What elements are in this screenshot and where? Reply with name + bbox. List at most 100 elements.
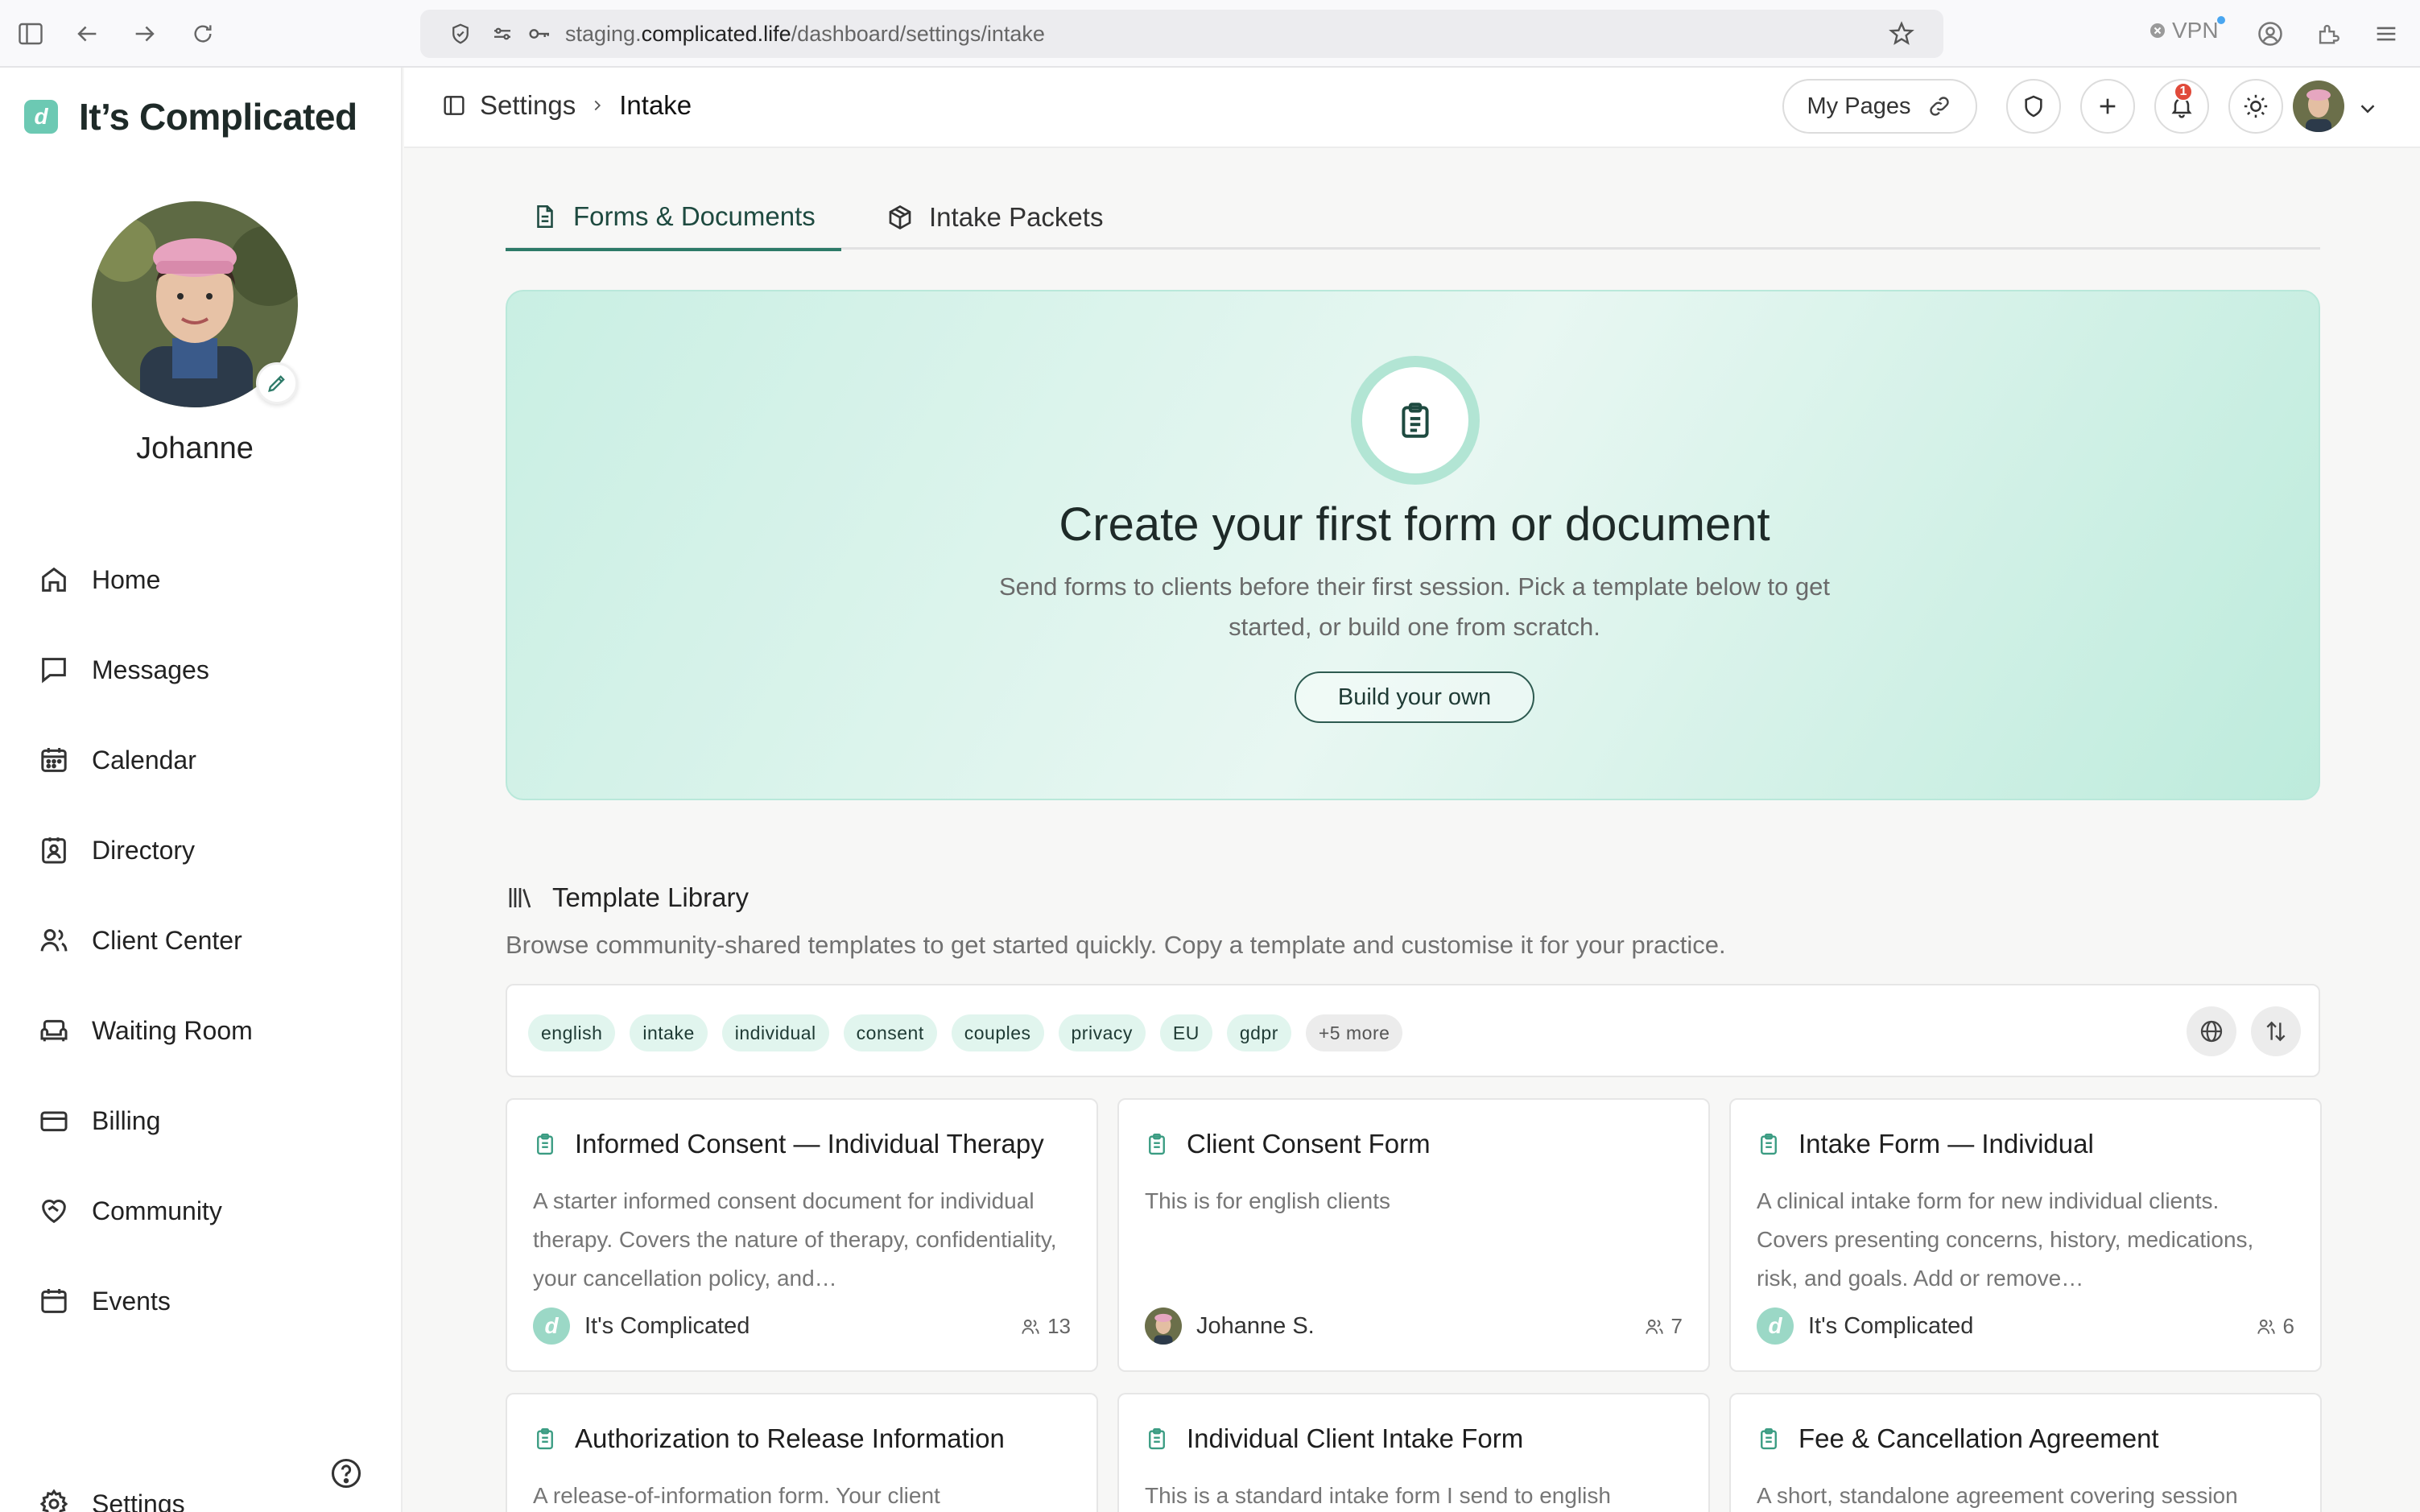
sidebar-item-events[interactable]: Events <box>37 1272 375 1330</box>
url-text[interactable]: staging.complicated.life/dashboard/setti… <box>565 22 1045 47</box>
tag-eu[interactable]: EU <box>1159 1014 1212 1051</box>
edit-avatar-button[interactable] <box>256 362 298 404</box>
key-icon[interactable] <box>525 19 554 48</box>
tag-list: english intake individual consent couple… <box>528 1014 1403 1051</box>
template-card-description: A short, standalone agreement covering s… <box>1757 1483 2238 1508</box>
tag-english[interactable]: english <box>528 1014 616 1051</box>
panel-toggle-icon[interactable] <box>441 93 467 118</box>
clipboard-icon <box>1757 1427 1781 1451</box>
sidebar-item-label: Settings <box>92 1489 185 1512</box>
globe-icon <box>2200 1020 2223 1043</box>
author-name: It's Complicated <box>584 1312 750 1339</box>
sidebar-item-label: Directory <box>92 835 196 865</box>
template-library-header: Template Library <box>506 882 749 913</box>
language-filter-button[interactable] <box>2187 1006 2236 1056</box>
chevron-right-icon <box>588 97 606 114</box>
extensions-icon[interactable] <box>2312 18 2344 50</box>
more-tags-button[interactable]: +5 more <box>1305 1014 1403 1051</box>
users-icon <box>1020 1316 1041 1337</box>
sidebar-item-directory[interactable]: Directory <box>37 821 375 879</box>
tag-individual[interactable]: individual <box>721 1014 829 1051</box>
tag-couples[interactable]: couples <box>951 1014 1044 1051</box>
template-library-description: Browse community-shared templates to get… <box>506 931 1726 959</box>
template-card-title: Fee & Cancellation Agreement <box>1757 1423 2159 1454</box>
sidebar-item-community[interactable]: Community <box>37 1182 375 1240</box>
reload-icon[interactable] <box>187 18 219 50</box>
clipboard-icon <box>1145 1132 1169 1156</box>
template-card-title: Authorization to Release Information <box>533 1423 1005 1454</box>
sidebar-item-label: Messages <box>92 655 209 684</box>
template-card-usage-count: 13 <box>1020 1314 1071 1339</box>
back-icon[interactable] <box>71 18 103 50</box>
tag-privacy[interactable]: privacy <box>1058 1014 1146 1051</box>
users-icon <box>37 923 71 957</box>
address-bar[interactable]: staging.complicated.life/dashboard/setti… <box>420 10 1943 58</box>
forward-icon[interactable] <box>129 18 161 50</box>
sidebar-item-home[interactable]: Home <box>37 551 375 609</box>
theme-toggle-button[interactable] <box>2228 79 2283 134</box>
tag-consent[interactable]: consent <box>843 1014 937 1051</box>
template-card-description: A clinical intake form for new individua… <box>1757 1188 2254 1291</box>
notification-badge: 1 <box>2174 82 2193 101</box>
calendar-event-icon <box>37 1284 71 1318</box>
template-card[interactable]: Individual Client Intake Form This is a … <box>1117 1393 1710 1512</box>
chevron-down-icon[interactable] <box>2356 97 2380 121</box>
permissions-icon[interactable] <box>488 19 517 48</box>
card-title-text: Authorization to Release Information <box>575 1423 1005 1453</box>
sidebar-toggle-icon[interactable] <box>14 18 47 50</box>
vpn-indicator[interactable]: VPN <box>2148 18 2219 43</box>
sidebar-item-settings[interactable]: Settings <box>37 1475 375 1512</box>
help-icon[interactable] <box>328 1456 364 1491</box>
tag-gdpr[interactable]: gdpr <box>1226 1014 1291 1051</box>
sidebar-item-waiting-room[interactable]: Waiting Room <box>37 1002 375 1060</box>
bookmark-star-icon[interactable] <box>1887 19 1916 48</box>
topbar: Settings Intake My Pages 1 <box>404 68 2420 148</box>
template-card-title: Informed Consent — Individual Therapy <box>533 1129 1044 1159</box>
usage-count: 6 <box>2282 1314 2294 1338</box>
clipboard-icon <box>1145 1427 1169 1451</box>
sidebar-item-client-center[interactable]: Client Center <box>37 911 375 969</box>
shield-icon[interactable] <box>446 19 475 48</box>
tag-intake[interactable]: intake <box>630 1014 708 1051</box>
menu-icon[interactable] <box>2370 18 2402 50</box>
usage-count: 7 <box>1670 1314 1683 1338</box>
tab-label: Intake Packets <box>929 202 1104 232</box>
template-card-description: This is a standard intake form I send to… <box>1145 1483 1611 1508</box>
sidebar-item-label: Events <box>92 1286 171 1316</box>
sort-button[interactable] <box>2251 1006 2301 1056</box>
build-your-own-button[interactable]: Build your own <box>1295 671 1534 723</box>
sidebar-item-calendar[interactable]: Calendar <box>37 731 375 789</box>
brand-logo: d <box>24 100 58 134</box>
template-card[interactable]: Intake Form — Individual A clinical inta… <box>1729 1098 2322 1372</box>
sofa-icon <box>37 1014 71 1047</box>
template-card-description: A starter informed consent document for … <box>533 1188 1057 1291</box>
my-pages-button[interactable]: My Pages <box>1782 79 1977 134</box>
tab-forms-documents[interactable]: Forms & Documents <box>506 185 841 251</box>
library-icon <box>506 883 535 912</box>
link-icon <box>1927 93 1952 119</box>
template-card[interactable]: Informed Consent — Individual Therapy A … <box>506 1098 1098 1372</box>
template-card[interactable]: Authorization to Release Information A r… <box>506 1393 1098 1512</box>
sidebar-item-label: Client Center <box>92 925 242 955</box>
brand[interactable]: d It’s Complicated <box>24 95 357 138</box>
account-icon[interactable] <box>2254 18 2286 50</box>
sidebar-item-messages[interactable]: Messages <box>37 641 375 699</box>
sidebar: d It’s Complicated Johanne Home Messages… <box>0 68 403 1512</box>
package-icon <box>886 203 915 232</box>
author-name: Johanne S. <box>1196 1312 1315 1339</box>
template-card[interactable]: Fee & Cancellation Agreement A short, st… <box>1729 1393 2322 1512</box>
breadcrumb-intake: Intake <box>619 90 692 120</box>
template-card[interactable]: Client Consent Form This is for english … <box>1117 1098 1710 1372</box>
pencil-icon <box>268 375 285 392</box>
vpn-off-icon <box>2150 23 2165 38</box>
plus-icon <box>2100 98 2116 114</box>
privacy-shield-button[interactable] <box>2006 79 2061 134</box>
user-avatar[interactable] <box>2293 81 2344 132</box>
breadcrumb-settings[interactable]: Settings <box>480 90 576 121</box>
sidebar-item-billing[interactable]: Billing <box>37 1092 375 1150</box>
tab-intake-packets[interactable]: Intake Packets <box>860 185 1129 250</box>
sidebar-item-label: Waiting Room <box>92 1015 253 1045</box>
add-button[interactable] <box>2080 79 2135 134</box>
home-icon <box>37 563 71 597</box>
clipboard-icon <box>533 1427 557 1451</box>
